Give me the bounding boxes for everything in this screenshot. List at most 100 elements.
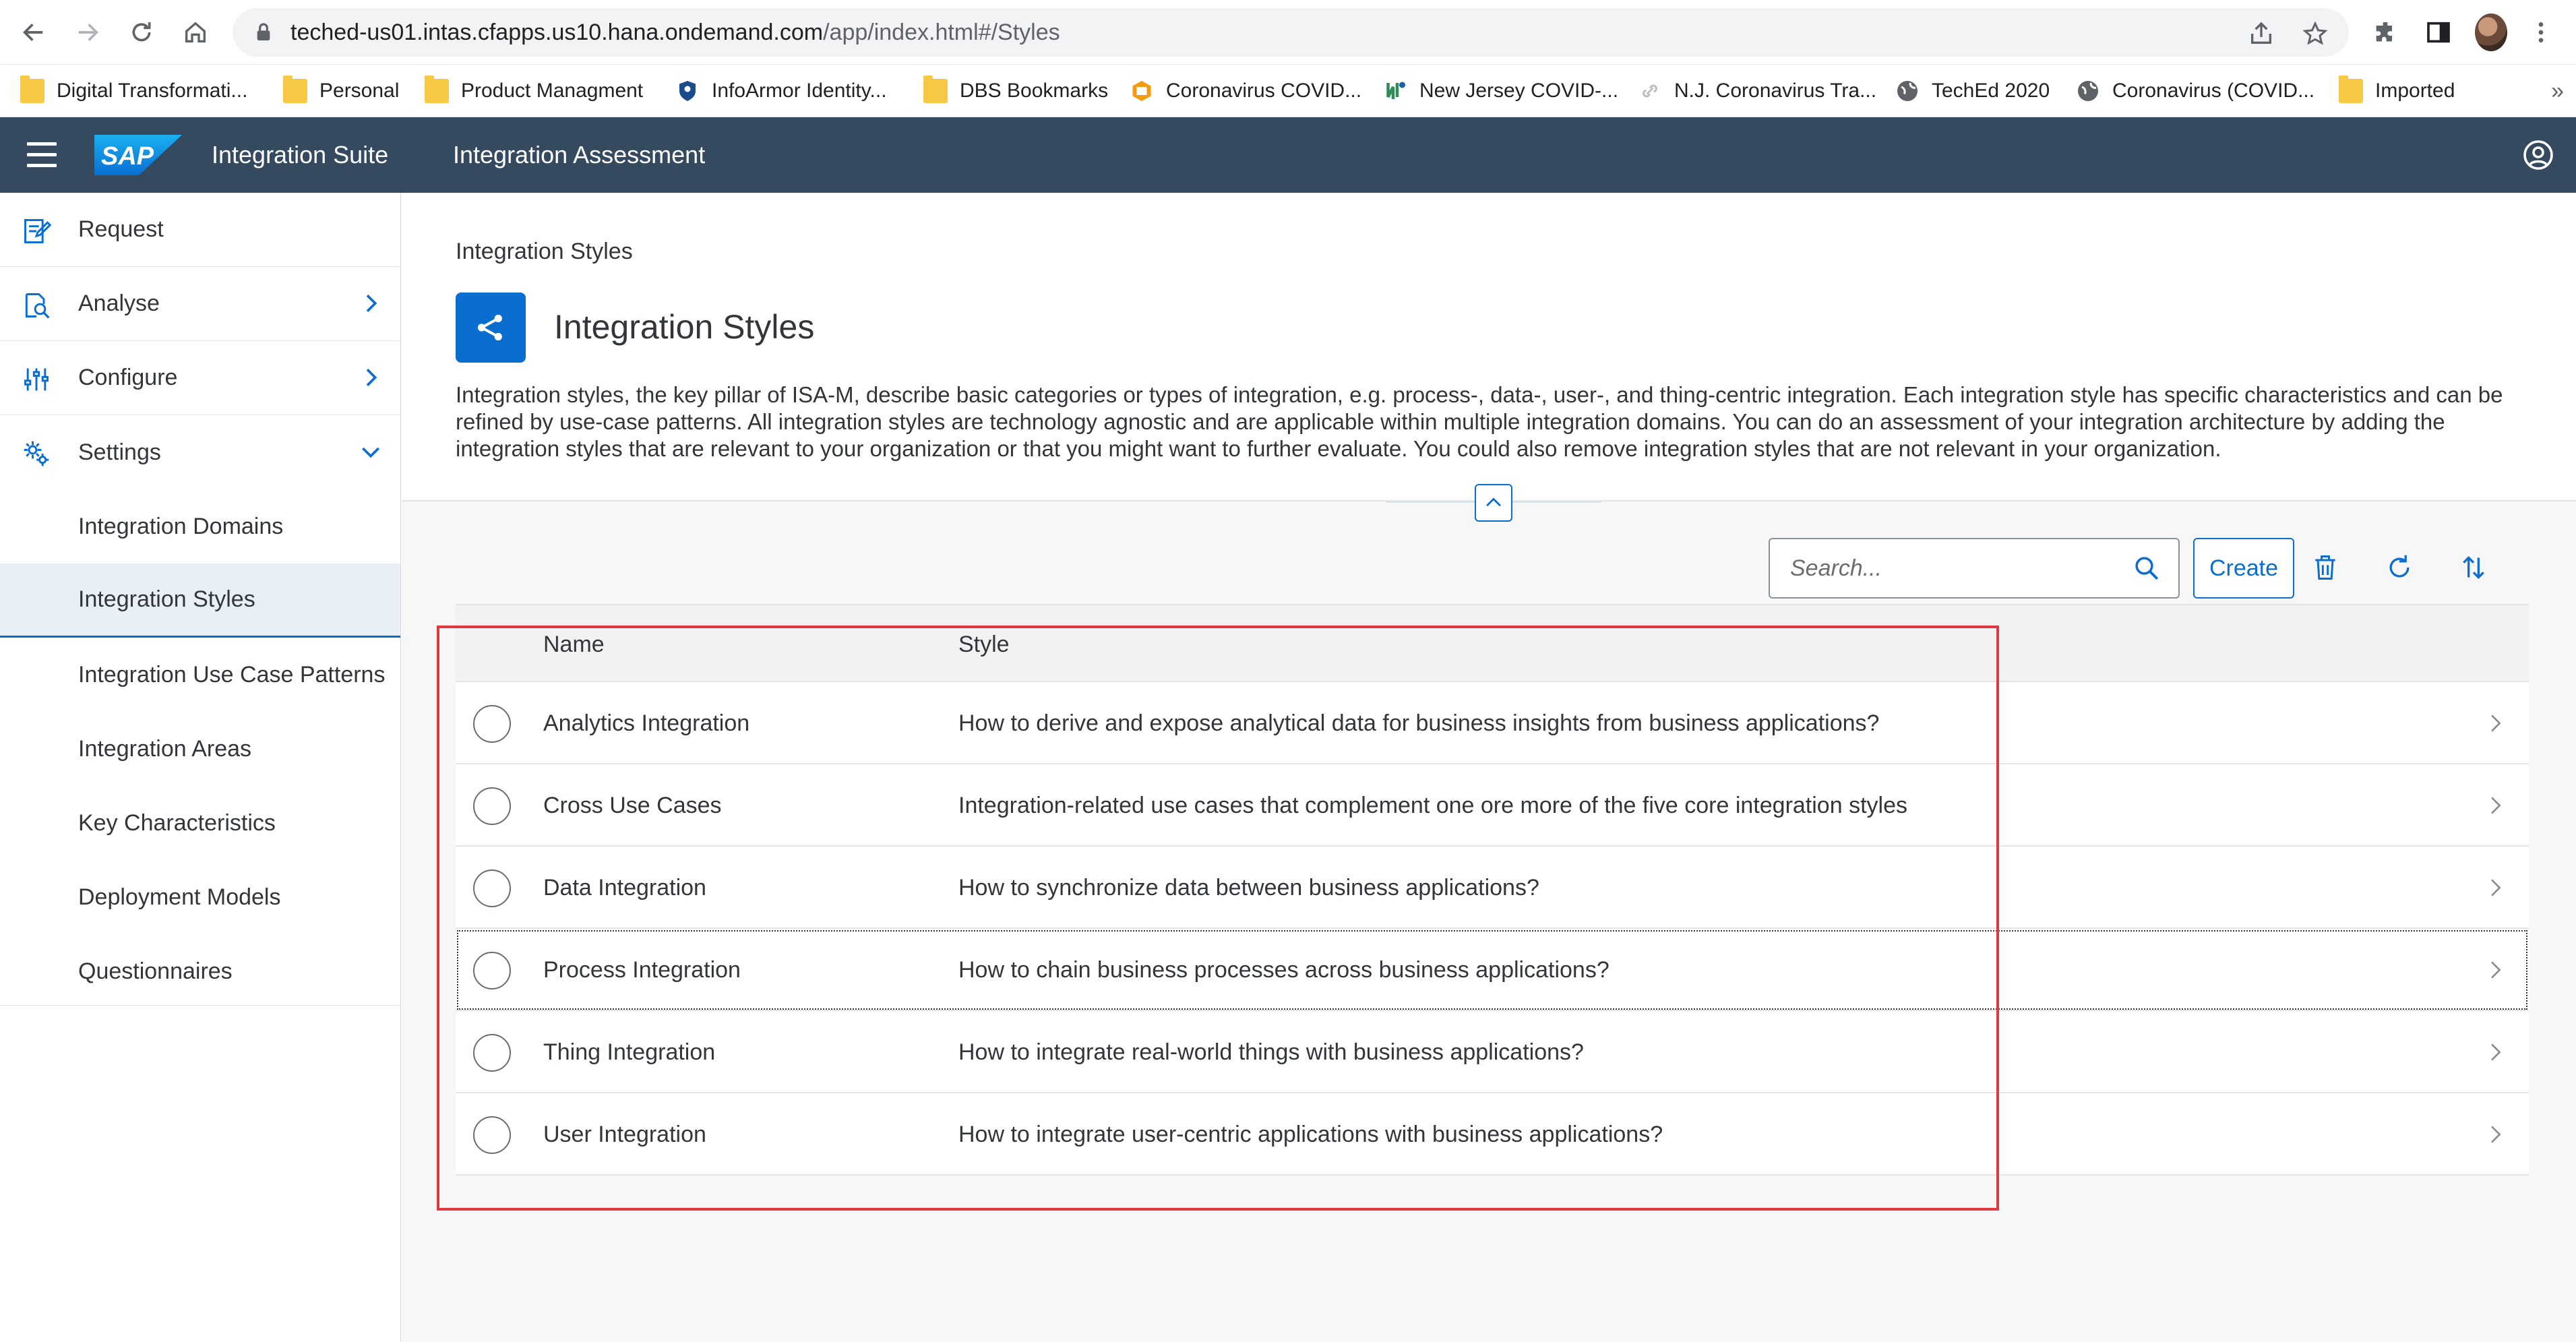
bookmark-item[interactable]: InfoArmor Identity... (675, 65, 887, 117)
globe-icon (2078, 81, 2098, 101)
app-title: Integration Assessment (453, 141, 706, 169)
chevron-right-icon (366, 295, 377, 312)
covid-icon (1132, 81, 1151, 101)
nav-subitem-integration-styles[interactable]: Integration Styles (0, 563, 400, 638)
nav-item-settings[interactable]: Settings (0, 415, 400, 489)
user-profile-icon[interactable] (2522, 139, 2554, 171)
bookmark-item[interactable]: Coronavirus (COVID... (2076, 65, 2314, 117)
home-icon (185, 22, 206, 42)
bookmark-label: New Jersey COVID-... (1419, 80, 1619, 102)
globe-icon (1897, 81, 1918, 101)
nav-subitem-label: Key Characteristics (78, 810, 276, 836)
bookmark-label: InfoArmor Identity... (712, 80, 887, 102)
refresh-button[interactable] (2379, 547, 2420, 588)
collapse-header-button[interactable] (1475, 484, 1512, 522)
browser-menu-button[interactable] (2525, 16, 2557, 49)
chevron-right-icon[interactable] (2482, 1121, 2509, 1148)
share-icon[interactable] (2248, 20, 2275, 47)
bookmark-item[interactable]: Personal (283, 65, 399, 117)
configure-icon (24, 368, 49, 391)
bookmark-item[interactable]: Product Managment (425, 65, 643, 117)
search-icon[interactable] (2133, 554, 2161, 582)
nav-subitem-label: Questionnaires (78, 958, 233, 984)
breadcrumb: Integration Styles (456, 239, 633, 264)
nav-subitem-key-characteristics[interactable]: Key Characteristics (0, 786, 400, 860)
sort-button[interactable] (2453, 547, 2494, 588)
address-bar[interactable]: teched-us01.intas.cfapps.us10.hana.ondem… (233, 8, 2349, 57)
nav-subitem-questionnaires[interactable]: Questionnaires (0, 934, 400, 1008)
chevron-right-icon (366, 369, 377, 386)
nav-subitem-integration-use-case-patterns[interactable]: Integration Use Case Patterns (0, 638, 400, 712)
nav-subitem-label: Integration Styles (78, 586, 255, 612)
reload-icon (132, 22, 151, 42)
nav-item-configure[interactable]: Configure (0, 341, 400, 415)
bookmark-item[interactable]: TechEd 2020 (1895, 65, 2050, 117)
nj-icon (1386, 82, 1405, 99)
search-input[interactable] (1790, 539, 2127, 597)
folder-icon (20, 75, 44, 103)
side-panel-button[interactable] (2422, 16, 2455, 49)
annotation-highlight-box (437, 626, 1999, 1211)
extensions-button[interactable] (2369, 16, 2401, 49)
bookmark-item[interactable]: Imported (2339, 65, 2455, 117)
chevron-right-icon[interactable] (2482, 792, 2509, 819)
nav-subitem-integration-domains[interactable]: Integration Domains (0, 489, 400, 563)
menu-icon[interactable] (27, 142, 57, 168)
bookmark-label: Personal (319, 80, 400, 102)
chevron-right-icon[interactable] (2482, 1039, 2509, 1066)
nav-subitem-label: Integration Use Case Patterns (78, 661, 386, 688)
back-button[interactable] (16, 15, 51, 50)
nav-item-analyse[interactable]: Analyse (0, 267, 400, 341)
bookmark-item[interactable]: N.J. Coronavirus Tra... (1638, 65, 1876, 117)
folder-icon (283, 75, 307, 103)
bookmark-item[interactable]: Coronavirus COVID... (1130, 65, 1361, 117)
nav-subitem-label: Deployment Models (78, 884, 281, 910)
link-icon (1643, 84, 1657, 98)
chevron-right-icon[interactable] (2482, 874, 2509, 901)
nav-item-label: Analyse (78, 291, 160, 316)
sap-logo[interactable]: SAP (94, 135, 182, 175)
delete-button[interactable] (2305, 547, 2345, 588)
nav-item-label: Settings (78, 439, 161, 465)
bookmark-item[interactable]: DBS Bookmarks (923, 65, 1108, 117)
nav-subitem-label: Integration Domains (78, 513, 284, 539)
refresh-icon (2389, 555, 2410, 578)
create-button[interactable]: Create (2193, 538, 2294, 599)
bookmark-item[interactable]: Digital Transformati... (20, 65, 247, 117)
puzzle-icon (2376, 22, 2392, 42)
back-arrow-icon (23, 24, 43, 41)
logo-text: SAP (101, 142, 154, 171)
share-nodes-icon (477, 314, 502, 341)
reload-button[interactable] (124, 15, 159, 50)
chevron-down-icon (362, 447, 379, 458)
forward-button[interactable] (70, 15, 105, 50)
nav-item-label: Request (78, 216, 164, 242)
trash-icon (2315, 555, 2335, 580)
product-title: Integration Suite (212, 141, 389, 169)
shell-bar: SAP Integration Suite Integration Assess… (0, 117, 2576, 193)
profile-avatar[interactable] (2475, 13, 2507, 51)
chevron-right-icon[interactable] (2482, 710, 2509, 737)
avatar (2475, 13, 2507, 51)
bookmark-item[interactable]: New Jersey COVID-... (1383, 65, 1618, 117)
integration-styles-icon (456, 293, 526, 363)
url-path: /app/index.html#/Styles (823, 20, 1060, 45)
bookmark-label: N.J. Coronavirus Tra... (1674, 80, 1877, 102)
bookmarks-more-button[interactable]: » (2551, 65, 2564, 117)
nav-item-request[interactable]: Request (0, 193, 400, 267)
request-icon (24, 219, 51, 243)
star-icon[interactable] (2302, 20, 2329, 47)
search-field[interactable] (1769, 538, 2180, 599)
home-button[interactable] (178, 15, 213, 50)
nav-subitem-integration-areas[interactable]: Integration Areas (0, 712, 400, 786)
divider (0, 1005, 400, 1006)
url-text: teched-us01.intas.cfapps.us10.hana.ondem… (290, 8, 1060, 57)
bookmark-label: TechEd 2020 (1932, 80, 2050, 102)
bookmark-label: Imported (2375, 80, 2455, 102)
bookmark-label: Coronavirus COVID... (1166, 80, 1362, 102)
chevron-up-icon (1486, 497, 1501, 507)
nav-subitem-deployment-models[interactable]: Deployment Models (0, 860, 400, 934)
shield-icon (679, 81, 696, 101)
bookmark-label: Coronavirus (COVID... (2112, 80, 2315, 102)
chevron-right-icon[interactable] (2482, 956, 2509, 983)
